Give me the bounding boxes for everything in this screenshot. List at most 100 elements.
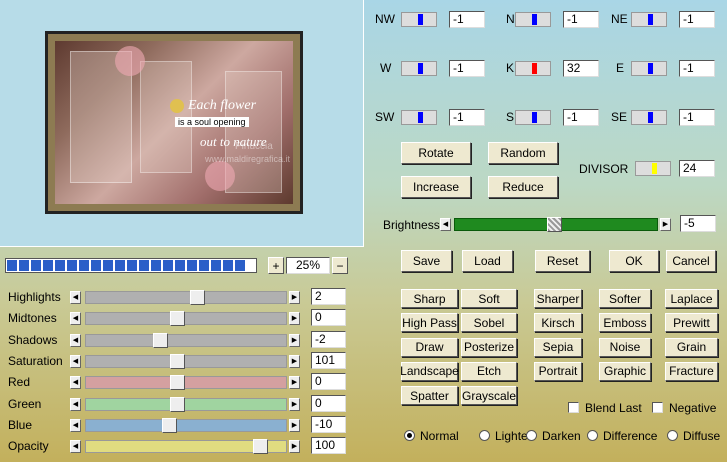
opacity-right-arrow[interactable]: ▶	[289, 440, 300, 454]
brightness-thumb[interactable]	[547, 217, 562, 232]
sepia-preset-button[interactable]: Sepia	[534, 337, 582, 357]
highlights-left-arrow[interactable]: ◀	[70, 291, 81, 304]
graphic-preset-button[interactable]: Graphic	[599, 361, 651, 381]
saturation-slider[interactable]	[85, 353, 287, 369]
sw-slider[interactable]	[401, 110, 437, 125]
red-slider[interactable]	[85, 375, 287, 391]
diffuse-radio[interactable]	[667, 430, 678, 441]
etch-preset-button[interactable]: Etch	[461, 361, 517, 381]
opacity-thumb[interactable]	[253, 439, 268, 455]
blue-thumb[interactable]	[162, 417, 177, 433]
blue-left-arrow[interactable]: ◀	[70, 418, 81, 432]
green-thumb[interactable]	[170, 396, 185, 412]
green-slider[interactable]	[85, 396, 287, 412]
high-pass-preset-button[interactable]: High Pass	[401, 313, 458, 333]
red-input[interactable]: 0	[311, 373, 346, 391]
reset-button[interactable]: Reset	[535, 250, 590, 272]
spatter-preset-button[interactable]: Spatter	[401, 386, 458, 406]
midtones-left-arrow[interactable]: ◀	[70, 312, 81, 326]
softer-preset-button[interactable]: Softer	[599, 289, 651, 308]
load-button[interactable]: Load	[462, 250, 513, 272]
w-slider[interactable]	[401, 61, 437, 76]
se-input[interactable]: -1	[679, 109, 715, 126]
green-input[interactable]: 0	[311, 394, 346, 412]
sobel-preset-button[interactable]: Sobel	[461, 313, 517, 333]
red-left-arrow[interactable]: ◀	[70, 376, 81, 390]
zoom-out-button[interactable]: −	[332, 257, 348, 274]
saturation-left-arrow[interactable]: ◀	[70, 354, 81, 368]
increase-button[interactable]: Increase	[401, 176, 471, 198]
opacity-input[interactable]: 100	[311, 437, 346, 455]
normal-radio[interactable]	[404, 430, 415, 441]
sw-input[interactable]: -1	[449, 109, 485, 126]
draw-preset-button[interactable]: Draw	[401, 337, 458, 357]
posterize-preset-button[interactable]: Posterize	[461, 337, 517, 357]
rotate-button[interactable]: Rotate	[401, 142, 471, 164]
laplace-preset-button[interactable]: Laplace	[665, 289, 718, 308]
fracture-preset-button[interactable]: Fracture	[665, 361, 718, 381]
cancel-button[interactable]: Cancel	[666, 250, 716, 272]
highlights-right-arrow[interactable]: ▶	[289, 291, 300, 304]
k-slider[interactable]	[515, 61, 551, 76]
highlights-thumb[interactable]	[190, 290, 205, 305]
divisor-input[interactable]: 24	[679, 160, 715, 177]
ne-input[interactable]: -1	[679, 11, 715, 28]
noise-preset-button[interactable]: Noise	[599, 337, 651, 357]
blue-input[interactable]: -10	[311, 415, 346, 433]
emboss-preset-button[interactable]: Emboss	[599, 313, 651, 333]
midtones-thumb[interactable]	[170, 311, 185, 327]
e-input[interactable]: -1	[679, 60, 715, 77]
sharp-preset-button[interactable]: Sharp	[401, 289, 458, 308]
e-slider[interactable]	[631, 61, 667, 76]
brightness-right-arrow[interactable]: ▶	[660, 218, 671, 231]
red-right-arrow[interactable]: ▶	[289, 376, 300, 390]
k-input[interactable]: 32	[563, 60, 599, 77]
opacity-left-arrow[interactable]: ◀	[70, 440, 81, 454]
midtones-slider[interactable]	[85, 311, 287, 327]
nw-slider[interactable]	[401, 12, 437, 27]
shadows-input[interactable]: -2	[311, 330, 346, 348]
difference-radio[interactable]	[587, 430, 598, 441]
negative-checkbox[interactable]	[652, 402, 663, 413]
prewitt-preset-button[interactable]: Prewitt	[665, 313, 718, 333]
saturation-input[interactable]: 101	[311, 351, 346, 369]
midtones-right-arrow[interactable]: ▶	[289, 312, 300, 326]
save-button[interactable]: Save	[401, 250, 452, 272]
shadows-thumb[interactable]	[153, 332, 168, 348]
shadows-slider[interactable]	[85, 332, 287, 348]
nw-input[interactable]: -1	[449, 11, 485, 28]
saturation-thumb[interactable]	[170, 353, 185, 369]
midtones-input[interactable]: 0	[311, 309, 346, 327]
blue-right-arrow[interactable]: ▶	[289, 418, 300, 432]
grayscale-preset-button[interactable]: Grayscale	[461, 386, 517, 406]
darken-radio[interactable]	[526, 430, 537, 441]
random-button[interactable]: Random	[488, 142, 558, 164]
kirsch-preset-button[interactable]: Kirsch	[534, 313, 582, 333]
shadows-left-arrow[interactable]: ◀	[70, 333, 81, 347]
highlights-input[interactable]: 2	[311, 288, 346, 305]
portrait-preset-button[interactable]: Portrait	[534, 361, 582, 381]
ne-slider[interactable]	[631, 12, 667, 27]
sharper-preset-button[interactable]: Sharper	[534, 289, 582, 308]
ok-button[interactable]: OK	[609, 250, 659, 272]
brightness-left-arrow[interactable]: ◀	[440, 218, 451, 231]
saturation-right-arrow[interactable]: ▶	[289, 354, 300, 368]
n-input[interactable]: -1	[563, 11, 599, 28]
blue-slider[interactable]	[85, 417, 287, 433]
green-left-arrow[interactable]: ◀	[70, 397, 81, 411]
blend-last-checkbox[interactable]	[568, 402, 579, 413]
green-right-arrow[interactable]: ▶	[289, 397, 300, 411]
red-thumb[interactable]	[170, 375, 185, 391]
w-input[interactable]: -1	[449, 60, 485, 77]
n-slider[interactable]	[515, 12, 551, 27]
s-input[interactable]: -1	[563, 109, 599, 126]
opacity-slider[interactable]	[85, 439, 287, 455]
reduce-button[interactable]: Reduce	[488, 176, 558, 198]
shadows-right-arrow[interactable]: ▶	[289, 333, 300, 347]
brightness-track[interactable]	[454, 217, 658, 232]
se-slider[interactable]	[631, 110, 667, 125]
s-slider[interactable]	[515, 110, 551, 125]
lighten-radio[interactable]	[479, 430, 490, 441]
landscape-preset-button[interactable]: Landscape	[400, 361, 459, 381]
soft-preset-button[interactable]: Soft	[461, 289, 517, 308]
